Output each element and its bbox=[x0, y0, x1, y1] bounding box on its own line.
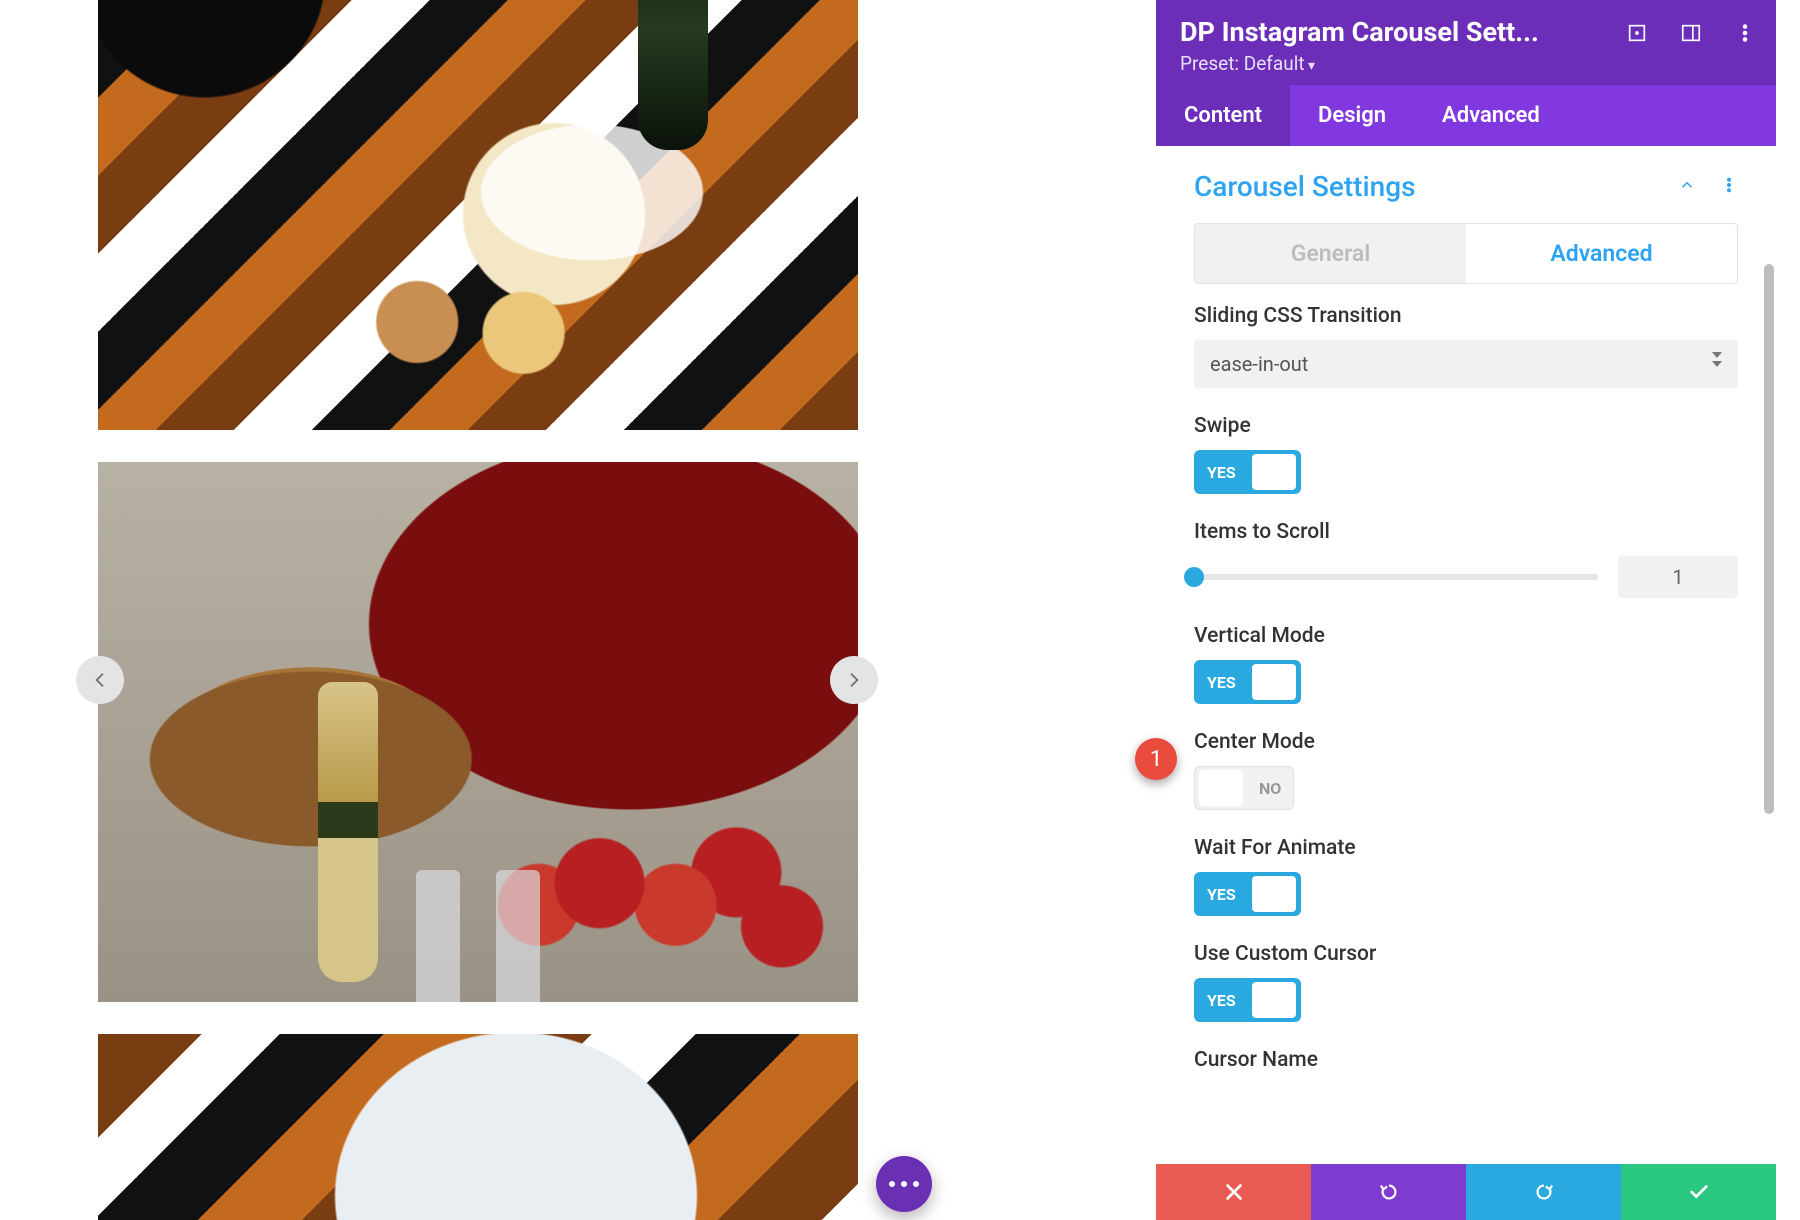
subtabs: General Advanced bbox=[1194, 223, 1738, 284]
field-label: Swipe bbox=[1194, 414, 1738, 438]
toggle-state: YES bbox=[1195, 991, 1248, 1010]
subtab-advanced[interactable]: Advanced bbox=[1466, 224, 1737, 283]
section-more-icon[interactable] bbox=[1720, 176, 1738, 198]
scrollbar[interactable] bbox=[1764, 264, 1774, 814]
carousel-vertical[interactable] bbox=[98, 0, 858, 1220]
transition-select[interactable]: ease-in-out bbox=[1194, 340, 1738, 388]
items-to-scroll-value[interactable]: 1 bbox=[1618, 556, 1738, 598]
expand-icon[interactable] bbox=[1624, 20, 1650, 46]
tab-advanced[interactable]: Advanced bbox=[1414, 85, 1568, 146]
toggle-state: NO bbox=[1247, 779, 1293, 798]
toggle-knob bbox=[1252, 454, 1296, 490]
carousel-next-button[interactable] bbox=[830, 656, 878, 704]
module-actions-fab[interactable] bbox=[876, 1156, 932, 1212]
field-label: Center Mode bbox=[1194, 730, 1738, 754]
undo-button[interactable] bbox=[1311, 1164, 1466, 1220]
redo-icon bbox=[1533, 1181, 1555, 1203]
use-custom-cursor-toggle[interactable]: YES bbox=[1194, 978, 1301, 1022]
field-sliding-transition: Sliding CSS Transition ease-in-out bbox=[1194, 304, 1738, 388]
panel-tabs: Content Design Advanced bbox=[1156, 85, 1776, 146]
toggle-knob bbox=[1252, 876, 1296, 912]
vertical-mode-toggle[interactable]: YES bbox=[1194, 660, 1301, 704]
wait-for-animate-toggle[interactable]: YES bbox=[1194, 872, 1301, 916]
save-button[interactable] bbox=[1621, 1164, 1776, 1220]
field-label: Cursor Name bbox=[1194, 1048, 1738, 1072]
check-icon bbox=[1688, 1181, 1710, 1203]
preset-selector[interactable]: Preset: Default bbox=[1180, 52, 1752, 75]
center-mode-toggle[interactable]: NO bbox=[1194, 766, 1294, 810]
toggle-state: YES bbox=[1195, 463, 1248, 482]
settings-panel: DP Instagram Carousel Sett... Preset: De… bbox=[1156, 0, 1776, 1220]
cancel-button[interactable] bbox=[1156, 1164, 1311, 1220]
carousel-slide[interactable] bbox=[98, 462, 858, 1002]
settings-body: Sliding CSS Transition ease-in-out Swipe… bbox=[1156, 304, 1776, 1164]
field-cursor-name: Cursor Name bbox=[1194, 1048, 1738, 1072]
collapse-icon[interactable] bbox=[1678, 176, 1696, 198]
subtab-general[interactable]: General bbox=[1195, 224, 1466, 283]
field-label: Vertical Mode bbox=[1194, 624, 1738, 648]
carousel-preview bbox=[0, 0, 1156, 1220]
slider-thumb[interactable] bbox=[1184, 567, 1204, 587]
chevron-left-icon bbox=[90, 670, 110, 690]
tab-content[interactable]: Content bbox=[1156, 85, 1290, 146]
field-use-custom-cursor: Use Custom Cursor YES bbox=[1194, 942, 1738, 1022]
toggle-knob bbox=[1199, 770, 1243, 806]
carousel-slide[interactable] bbox=[98, 1034, 858, 1220]
layout-icon[interactable] bbox=[1678, 20, 1704, 46]
field-label: Wait For Animate bbox=[1194, 836, 1738, 860]
toggle-knob bbox=[1252, 982, 1296, 1018]
close-icon bbox=[1223, 1181, 1245, 1203]
dot-icon bbox=[913, 1181, 919, 1187]
toggle-knob bbox=[1252, 664, 1296, 700]
section-header[interactable]: Carousel Settings bbox=[1156, 146, 1776, 223]
field-vertical-mode: Vertical Mode YES bbox=[1194, 624, 1738, 704]
field-wait-for-animate: Wait For Animate YES bbox=[1194, 836, 1738, 916]
dot-icon bbox=[889, 1181, 895, 1187]
carousel-prev-button[interactable] bbox=[76, 656, 124, 704]
items-to-scroll-slider[interactable] bbox=[1194, 574, 1598, 580]
tab-design[interactable]: Design bbox=[1290, 85, 1414, 146]
panel-header: DP Instagram Carousel Sett... Preset: De… bbox=[1156, 0, 1776, 85]
dot-icon bbox=[901, 1181, 907, 1187]
panel-footer bbox=[1156, 1164, 1776, 1220]
redo-button[interactable] bbox=[1466, 1164, 1621, 1220]
field-center-mode: Center Mode NO bbox=[1194, 730, 1738, 810]
toggle-state: YES bbox=[1195, 885, 1248, 904]
swipe-toggle[interactable]: YES bbox=[1194, 450, 1301, 494]
section-title: Carousel Settings bbox=[1194, 170, 1416, 203]
annotation-marker: 1 bbox=[1135, 738, 1177, 780]
field-label: Sliding CSS Transition bbox=[1194, 304, 1738, 328]
field-label: Use Custom Cursor bbox=[1194, 942, 1738, 966]
toggle-state: YES bbox=[1195, 673, 1248, 692]
more-icon[interactable] bbox=[1732, 20, 1758, 46]
carousel-slide[interactable] bbox=[98, 0, 858, 430]
field-items-to-scroll: Items to Scroll 1 bbox=[1194, 520, 1738, 598]
undo-icon bbox=[1378, 1181, 1400, 1203]
chevron-right-icon bbox=[844, 670, 864, 690]
field-swipe: Swipe YES bbox=[1194, 414, 1738, 494]
field-label: Items to Scroll bbox=[1194, 520, 1738, 544]
